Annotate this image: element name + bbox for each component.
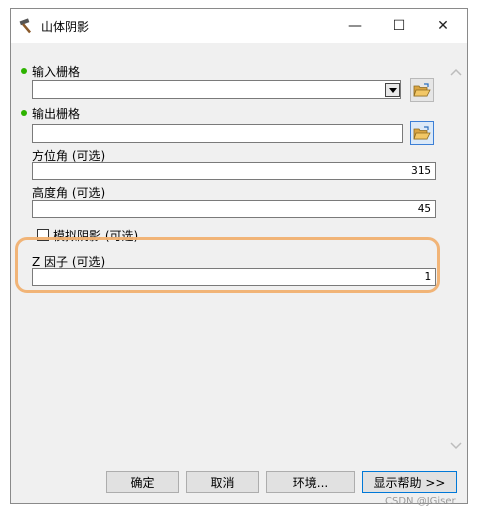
- title-bar[interactable]: 山体阴影 — ☐ ✕: [11, 9, 467, 43]
- watermark: CSDN @JGiser: [385, 496, 456, 507]
- input-raster-label: 输入栅格: [32, 65, 81, 79]
- environments-button[interactable]: 环境...: [266, 471, 355, 493]
- input-raster-combobox[interactable]: [32, 80, 401, 99]
- z-factor-highlight: [15, 237, 440, 293]
- chevron-down-icon[interactable]: [385, 83, 400, 97]
- scroll-up-arrow-icon[interactable]: [445, 63, 467, 81]
- azimuth-field[interactable]: 315: [32, 162, 436, 180]
- minimize-button[interactable]: —: [333, 9, 377, 43]
- window-title: 山体阴影: [41, 20, 90, 34]
- ok-button[interactable]: 确定: [106, 471, 179, 493]
- scroll-down-arrow-icon[interactable]: [445, 437, 467, 455]
- show-help-button[interactable]: 显示帮助 >>: [362, 471, 457, 493]
- altitude-field[interactable]: 45: [32, 200, 436, 218]
- maximize-button[interactable]: ☐: [377, 9, 421, 43]
- output-raster-field[interactable]: [32, 124, 403, 143]
- hammer-icon: [18, 18, 36, 34]
- vertical-scrollbar[interactable]: [445, 43, 467, 461]
- close-button[interactable]: ✕: [421, 9, 465, 43]
- altitude-label: 高度角 (可选): [32, 186, 106, 200]
- required-indicator: [21, 110, 27, 116]
- required-indicator: [21, 68, 27, 74]
- output-raster-label: 输出栅格: [32, 107, 81, 121]
- cancel-button[interactable]: 取消: [186, 471, 259, 493]
- folder-open-icon[interactable]: [410, 121, 434, 145]
- folder-open-icon[interactable]: [410, 78, 434, 102]
